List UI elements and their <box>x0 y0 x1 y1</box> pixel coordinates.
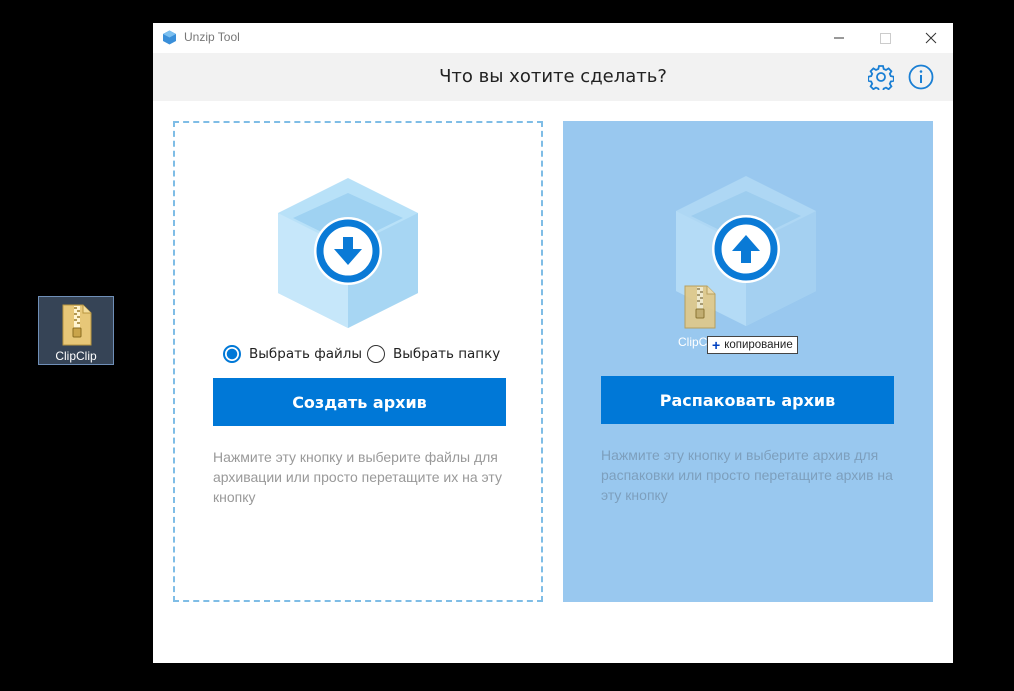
extract-archive-button[interactable]: Распаковать архив <box>601 376 894 424</box>
extract-archive-hint: Нажмите эту кнопку и выберите архив для … <box>601 447 893 503</box>
radio-select-folder[interactable]: Выбрать папку <box>367 345 500 363</box>
title-bar[interactable]: Unzip Tool <box>153 23 953 53</box>
close-icon <box>925 32 937 44</box>
minimize-icon <box>834 37 844 39</box>
zip-folder-icon <box>61 303 93 351</box>
window-title: Unzip Tool <box>184 30 240 44</box>
radio-checked-icon <box>223 345 241 363</box>
maximize-icon <box>880 33 891 44</box>
create-archive-button[interactable]: Создать архив <box>213 378 506 426</box>
desktop-icon-label: ClipClip <box>55 349 97 363</box>
radio-unchecked-icon <box>367 345 385 363</box>
radio-files-label: Выбрать файлы <box>249 346 363 362</box>
gear-icon[interactable] <box>867 64 895 93</box>
drag-copy-tooltip: + копирование <box>707 336 798 354</box>
minimize-button[interactable] <box>816 23 862 53</box>
create-archive-hint: Нажмите эту кнопку и выберите файлы для … <box>213 449 502 505</box>
page-title: Что вы хотите сделать? <box>439 66 667 87</box>
close-button[interactable] <box>908 23 953 53</box>
extract-archive-panel[interactable]: Распаковать архив Нажмите эту кнопку и в… <box>563 121 933 602</box>
dragged-file-label: ClipC <box>678 335 708 349</box>
info-icon[interactable] <box>908 64 934 90</box>
unzip-tool-window: Unzip Tool Что вы хотите сделать? Выбрат… <box>153 23 953 663</box>
app-icon <box>162 30 177 45</box>
drag-copy-label: копирование <box>724 339 793 351</box>
dragged-zip-file-icon <box>683 284 717 334</box>
plus-icon: + <box>712 337 721 353</box>
source-type-radio-group: Выбрать файлы Выбрать папку <box>223 345 523 367</box>
radio-folder-label: Выбрать папку <box>393 346 501 362</box>
desktop-icon-clipclip[interactable]: ClipClip <box>38 296 114 365</box>
create-archive-panel[interactable]: Выбрать файлы Выбрать папку Создать архи… <box>173 121 543 602</box>
maximize-button[interactable] <box>862 23 908 53</box>
header-bar: Что вы хотите сделать? <box>153 53 953 101</box>
create-archive-illustration <box>273 173 423 337</box>
radio-select-files[interactable]: Выбрать файлы <box>223 345 362 363</box>
